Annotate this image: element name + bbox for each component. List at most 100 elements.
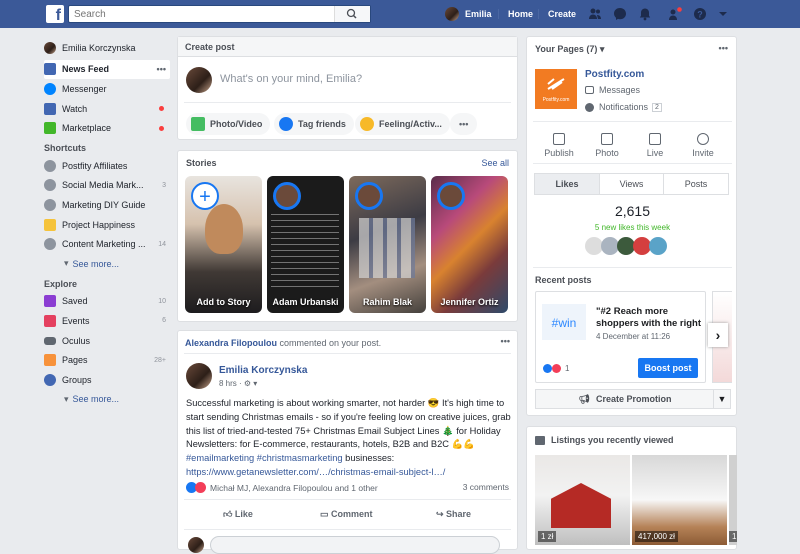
recent-post-card[interactable]: #win "#2 Reach more shoppers with the ri… (535, 291, 706, 383)
tab-posts[interactable]: Posts (663, 173, 729, 195)
photo-icon (191, 117, 205, 131)
author-avatar[interactable] (186, 363, 212, 389)
photo-video-button[interactable]: Photo/Video (186, 113, 271, 135)
sidebar-item-label: Watch (62, 103, 88, 114)
hashtag-links[interactable]: #emailmarketing #christmasmarketing (186, 453, 343, 463)
news-feed-options-button[interactable]: ••• (157, 64, 166, 74)
post-options-button[interactable]: ••• (501, 336, 510, 346)
more-options-button[interactable]: ••• (450, 113, 478, 135)
search-button[interactable] (334, 6, 370, 22)
explore-count: 28+ (154, 356, 166, 364)
sidebar-item-marketplace[interactable]: Marketplace (44, 118, 170, 138)
logo-text: Postfity.com (542, 97, 570, 103)
your-pages-title[interactable]: Your Pages (7) ▾ (535, 44, 604, 55)
messenger-icon[interactable] (613, 7, 627, 21)
create-promotion-button[interactable]: 📢︎ Create Promotion (535, 389, 715, 409)
help-icon[interactable]: ? (693, 7, 707, 21)
tag-friends-label: Tag friends (298, 119, 346, 129)
listing-card[interactable]: 1 zł (535, 455, 630, 545)
pages-options-button[interactable]: ••• (719, 43, 728, 53)
recent-post-title: "#2 Reach more shoppers with the right (596, 306, 702, 329)
tag-friends-button[interactable]: Tag friends (274, 113, 354, 135)
likes-count: 2,615 (614, 203, 651, 219)
photo-button[interactable]: Photo (583, 133, 631, 158)
tab-views[interactable]: Views (599, 173, 664, 195)
notifications-bell-icon[interactable] (638, 7, 652, 21)
explore-item-saved[interactable]: Saved 10 (44, 292, 170, 312)
post-composer-input[interactable]: What's on your mind, Emilia? (220, 73, 362, 85)
account-menu-arrow-icon[interactable] (716, 7, 730, 21)
photo-label: Photo (595, 148, 619, 158)
unread-dot (159, 106, 164, 112)
explore-item-oculus[interactable]: Oculus (44, 331, 170, 351)
see-all-stories-link[interactable]: See all (481, 158, 509, 168)
feeling-activity-button[interactable]: Feeling/Activ... (355, 113, 450, 135)
comments-count-link[interactable]: 3 comments (463, 482, 509, 492)
explore-see-more-link[interactable]: ▾ See more... (44, 390, 170, 410)
create-link[interactable]: Create (538, 9, 576, 19)
divider (533, 267, 732, 268)
page-notifications-link[interactable]: Notifications 2 (585, 102, 662, 112)
recent-likers[interactable] (585, 237, 667, 255)
boost-post-button[interactable]: Boost post (638, 358, 698, 378)
listings-title: Listings you recently viewed (551, 435, 674, 445)
sidebar-item-messenger[interactable]: Messenger (44, 79, 170, 99)
sidebar-item-watch[interactable]: Watch (44, 99, 170, 119)
shortcuts-see-more-link[interactable]: ▾ See more... (44, 254, 170, 274)
chevron-down-icon: ▾ (64, 393, 69, 404)
home-link[interactable]: Home (498, 9, 533, 19)
recent-post-date: 4 December at 11:26 (596, 332, 671, 341)
audience-selector[interactable]: ⚙ ▾ (244, 379, 257, 388)
shortcut-item[interactable]: Project Happiness (44, 215, 170, 235)
shortcut-item[interactable]: Content Marketing ... 14 (44, 234, 170, 254)
profile-shortcut[interactable]: Emilia Korczynska (44, 38, 170, 58)
like-button[interactable]: 👍︎ Like (223, 509, 253, 520)
search-icon (346, 8, 357, 19)
postfity-logo-icon (547, 78, 565, 90)
explore-item-pages[interactable]: Pages 28+ (44, 350, 170, 370)
chevron-down-icon: ▼ (717, 394, 727, 404)
search-input[interactable] (69, 6, 339, 22)
comment-input[interactable] (210, 536, 500, 554)
shortcut-item[interactable]: Postfity Affiliates (44, 156, 170, 176)
page-messages-link[interactable]: Messages (585, 85, 640, 95)
explore-item-groups[interactable]: Groups (44, 370, 170, 390)
share-button[interactable]: ↪ Share (436, 509, 471, 520)
story-add[interactable]: + Add to Story (185, 176, 262, 313)
shortcut-item[interactable]: Marketing DIY Guide (44, 195, 170, 215)
divider (184, 102, 511, 103)
explore-item-events[interactable]: Events 6 (44, 311, 170, 331)
chevron-right-icon[interactable]: › (708, 323, 728, 347)
promotion-dropdown-button[interactable]: ▼ (713, 389, 731, 409)
live-button[interactable]: Live (631, 133, 679, 158)
shortcut-item[interactable]: Social Media Mark... 3 (44, 176, 170, 196)
search-box (68, 5, 371, 23)
post-url-link[interactable]: https://www.getanewsletter.com/…/christm… (186, 467, 445, 477)
story-card[interactable]: Rahim Blak (349, 176, 426, 313)
commenter-name-link[interactable]: Alexandra Filopoulou (185, 338, 277, 348)
profile-link[interactable]: Emilia (445, 6, 492, 22)
post-time-link[interactable]: 8 hrs (219, 379, 237, 388)
friend-requests-icon[interactable] (668, 7, 682, 21)
story-photo (359, 218, 415, 278)
publish-button[interactable]: Publish (535, 133, 583, 158)
page-name-link[interactable]: Postfity.com (585, 69, 644, 80)
shortcut-label: Marketing DIY Guide (62, 199, 146, 210)
invite-button[interactable]: Invite (679, 133, 727, 158)
friends-icon[interactable] (588, 7, 602, 21)
comment-button[interactable]: ▭ Comment (320, 509, 373, 520)
trophy-icon (44, 218, 56, 231)
listing-card[interactable]: 1 zł (729, 455, 737, 545)
create-post-card: Create post What's on your mind, Emilia?… (177, 36, 518, 140)
feed-post-card: Alexandra Filopoulou commented on your p… (177, 330, 518, 554)
story-card[interactable]: Adam Urbanski (267, 176, 344, 313)
profile-shortcut-label: Emilia Korczynska (62, 42, 136, 53)
listing-card[interactable]: 417,000 zł (632, 455, 727, 545)
postfity-logo[interactable]: Postfity.com (535, 69, 577, 109)
reactions-summary[interactable]: Michał MJ, Alexandra Filopoulou and 1 ot… (186, 482, 378, 493)
sidebar-item-news-feed[interactable]: News Feed ••• (44, 59, 170, 80)
story-card[interactable]: Jennifer Ortiz (431, 176, 508, 313)
post-author-link[interactable]: Emilia Korczynska (219, 365, 307, 376)
facebook-logo-icon[interactable]: f (46, 5, 64, 23)
tab-likes[interactable]: Likes (534, 173, 600, 195)
